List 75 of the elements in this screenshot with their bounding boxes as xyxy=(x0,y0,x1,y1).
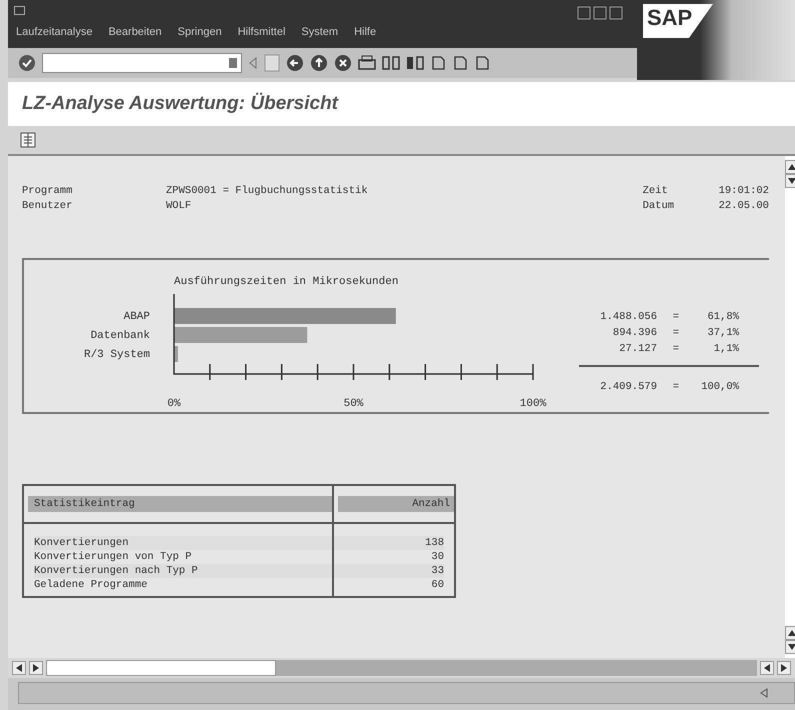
scroll-down-button[interactable] xyxy=(785,174,795,188)
scroll-down-button[interactable] xyxy=(785,640,795,654)
triangle-icon[interactable] xyxy=(760,688,768,698)
print-icon[interactable] xyxy=(358,55,376,71)
scroll-thumb[interactable] xyxy=(46,660,276,676)
menu-item[interactable]: Springen xyxy=(170,24,230,48)
table-cell-text: 60 xyxy=(430,578,444,592)
equals-sign: = xyxy=(672,380,679,395)
field-value: 19:01:02 xyxy=(718,184,769,199)
field-label: Zeit xyxy=(642,184,669,199)
table-cell: 33 xyxy=(334,564,444,578)
amount-value: 894.396 xyxy=(612,326,657,341)
table-cell: Konvertierungen xyxy=(34,536,332,550)
equals-sign: = xyxy=(672,326,679,341)
horizontal-scrollbar[interactable] xyxy=(46,660,757,676)
field-value: ZPWS0001 = Flugbuchungsstatistik xyxy=(166,184,368,199)
percent-value: 37,1% xyxy=(706,326,739,341)
table-cell-text: Geladene Programme xyxy=(34,578,148,592)
page-icon[interactable] xyxy=(452,55,468,71)
logo-text: SAP xyxy=(647,6,692,30)
right-arrow-icon xyxy=(781,664,787,672)
menu-item[interactable]: System xyxy=(293,24,346,48)
menu-item[interactable]: Hilfsmittel xyxy=(230,24,294,48)
field-label: Benutzer xyxy=(22,199,74,214)
table-cell-text: Konvertierungen von Typ P xyxy=(34,550,193,564)
up-icon[interactable] xyxy=(310,54,328,72)
cancel-icon[interactable] xyxy=(334,54,352,72)
tick-label: 50% xyxy=(344,398,364,410)
scroll-left-button[interactable] xyxy=(12,661,26,675)
menu-item[interactable]: Bearbeiten xyxy=(100,24,170,48)
category-label: R/3 System xyxy=(84,349,150,361)
category-label: Datenbank xyxy=(90,330,150,342)
screen-title: LZ-Analyse Auswertung: Übersicht xyxy=(22,92,338,116)
field-value: 22.05.00 xyxy=(718,199,769,214)
table-cell-text: 30 xyxy=(430,550,444,564)
tick-label: 0% xyxy=(167,398,181,410)
table-cell: Konvertierungen nach Typ P xyxy=(34,564,332,578)
window-controls-icon[interactable] xyxy=(577,6,625,20)
equals-sign: = xyxy=(672,310,679,325)
scroll-right-button[interactable] xyxy=(777,661,791,675)
field-value: WOLF xyxy=(166,199,192,214)
column-header: Anzahl xyxy=(338,496,454,512)
field-label: Programm xyxy=(22,184,74,199)
percent-value: 1,1% xyxy=(712,342,739,357)
amount-value: 2.409.579 xyxy=(599,380,657,395)
scroll-up-button[interactable] xyxy=(785,160,795,174)
category-label: ABAP xyxy=(124,311,150,323)
page-icon[interactable] xyxy=(474,55,490,71)
field-label: Datum xyxy=(642,199,676,214)
grid-icon[interactable] xyxy=(20,132,36,148)
menu-item[interactable]: Hilfe xyxy=(346,24,384,48)
page-icon[interactable] xyxy=(430,55,446,71)
amount-value: 27.127 xyxy=(618,342,657,357)
window-menu-icon[interactable] xyxy=(14,6,26,16)
check-icon[interactable] xyxy=(18,54,36,72)
left-arrow-icon xyxy=(764,664,770,672)
percent-value: 100,0% xyxy=(700,380,739,395)
tick-label: 100% xyxy=(520,398,546,410)
back-icon[interactable] xyxy=(286,54,304,72)
vertical-scrollbar[interactable] xyxy=(785,156,795,658)
column-header: Statistikeintrag xyxy=(28,496,332,512)
amount-value: 1.488.056 xyxy=(599,310,657,325)
command-field[interactable] xyxy=(42,53,242,73)
bar xyxy=(174,346,178,362)
left-arrow-icon xyxy=(16,664,22,672)
equals-sign: = xyxy=(672,342,679,357)
chart-title: Ausführungszeiten in Mikrosekunden xyxy=(174,276,398,288)
table-cell: 138 xyxy=(334,536,444,550)
scroll-up-button[interactable] xyxy=(785,626,795,640)
percent-value: 61,8% xyxy=(706,310,739,325)
scroll-right-button[interactable] xyxy=(29,661,43,675)
right-arrow-icon xyxy=(33,664,39,672)
scroll-left-button[interactable] xyxy=(760,661,774,675)
menu-item[interactable]: Laufzeitanalyse xyxy=(8,24,100,48)
logo-icon xyxy=(643,4,713,38)
